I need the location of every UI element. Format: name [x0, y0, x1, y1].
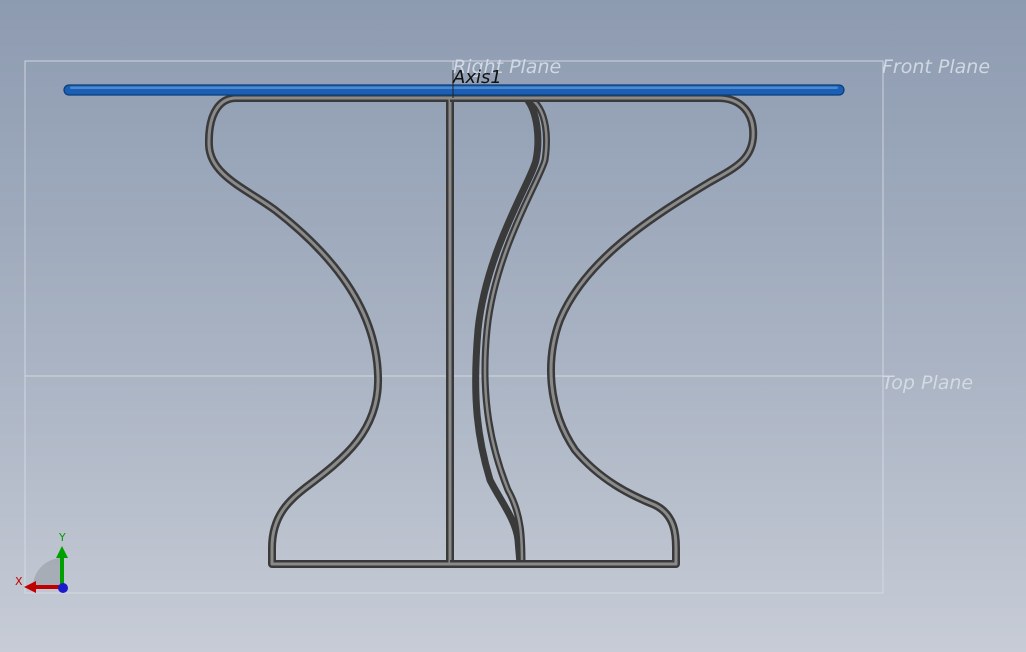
model-view[interactable] — [0, 0, 1026, 652]
axis-1-label[interactable]: Axis1 — [453, 67, 502, 88]
triad-icon — [24, 546, 68, 593]
center-leg-frame[interactable] — [472, 94, 550, 568]
front-plane-label[interactable]: Front Plane — [882, 56, 990, 78]
left-leg-frame[interactable] — [204, 94, 454, 568]
graphics-viewport[interactable]: Right Plane Front Plane Top Plane Axis1 … — [0, 0, 1026, 652]
triad-x-label: X — [15, 575, 23, 588]
top-plane-label[interactable]: Top Plane — [882, 372, 973, 394]
reference-triad: Y X — [12, 530, 82, 600]
triad-y-label: Y — [59, 531, 66, 544]
